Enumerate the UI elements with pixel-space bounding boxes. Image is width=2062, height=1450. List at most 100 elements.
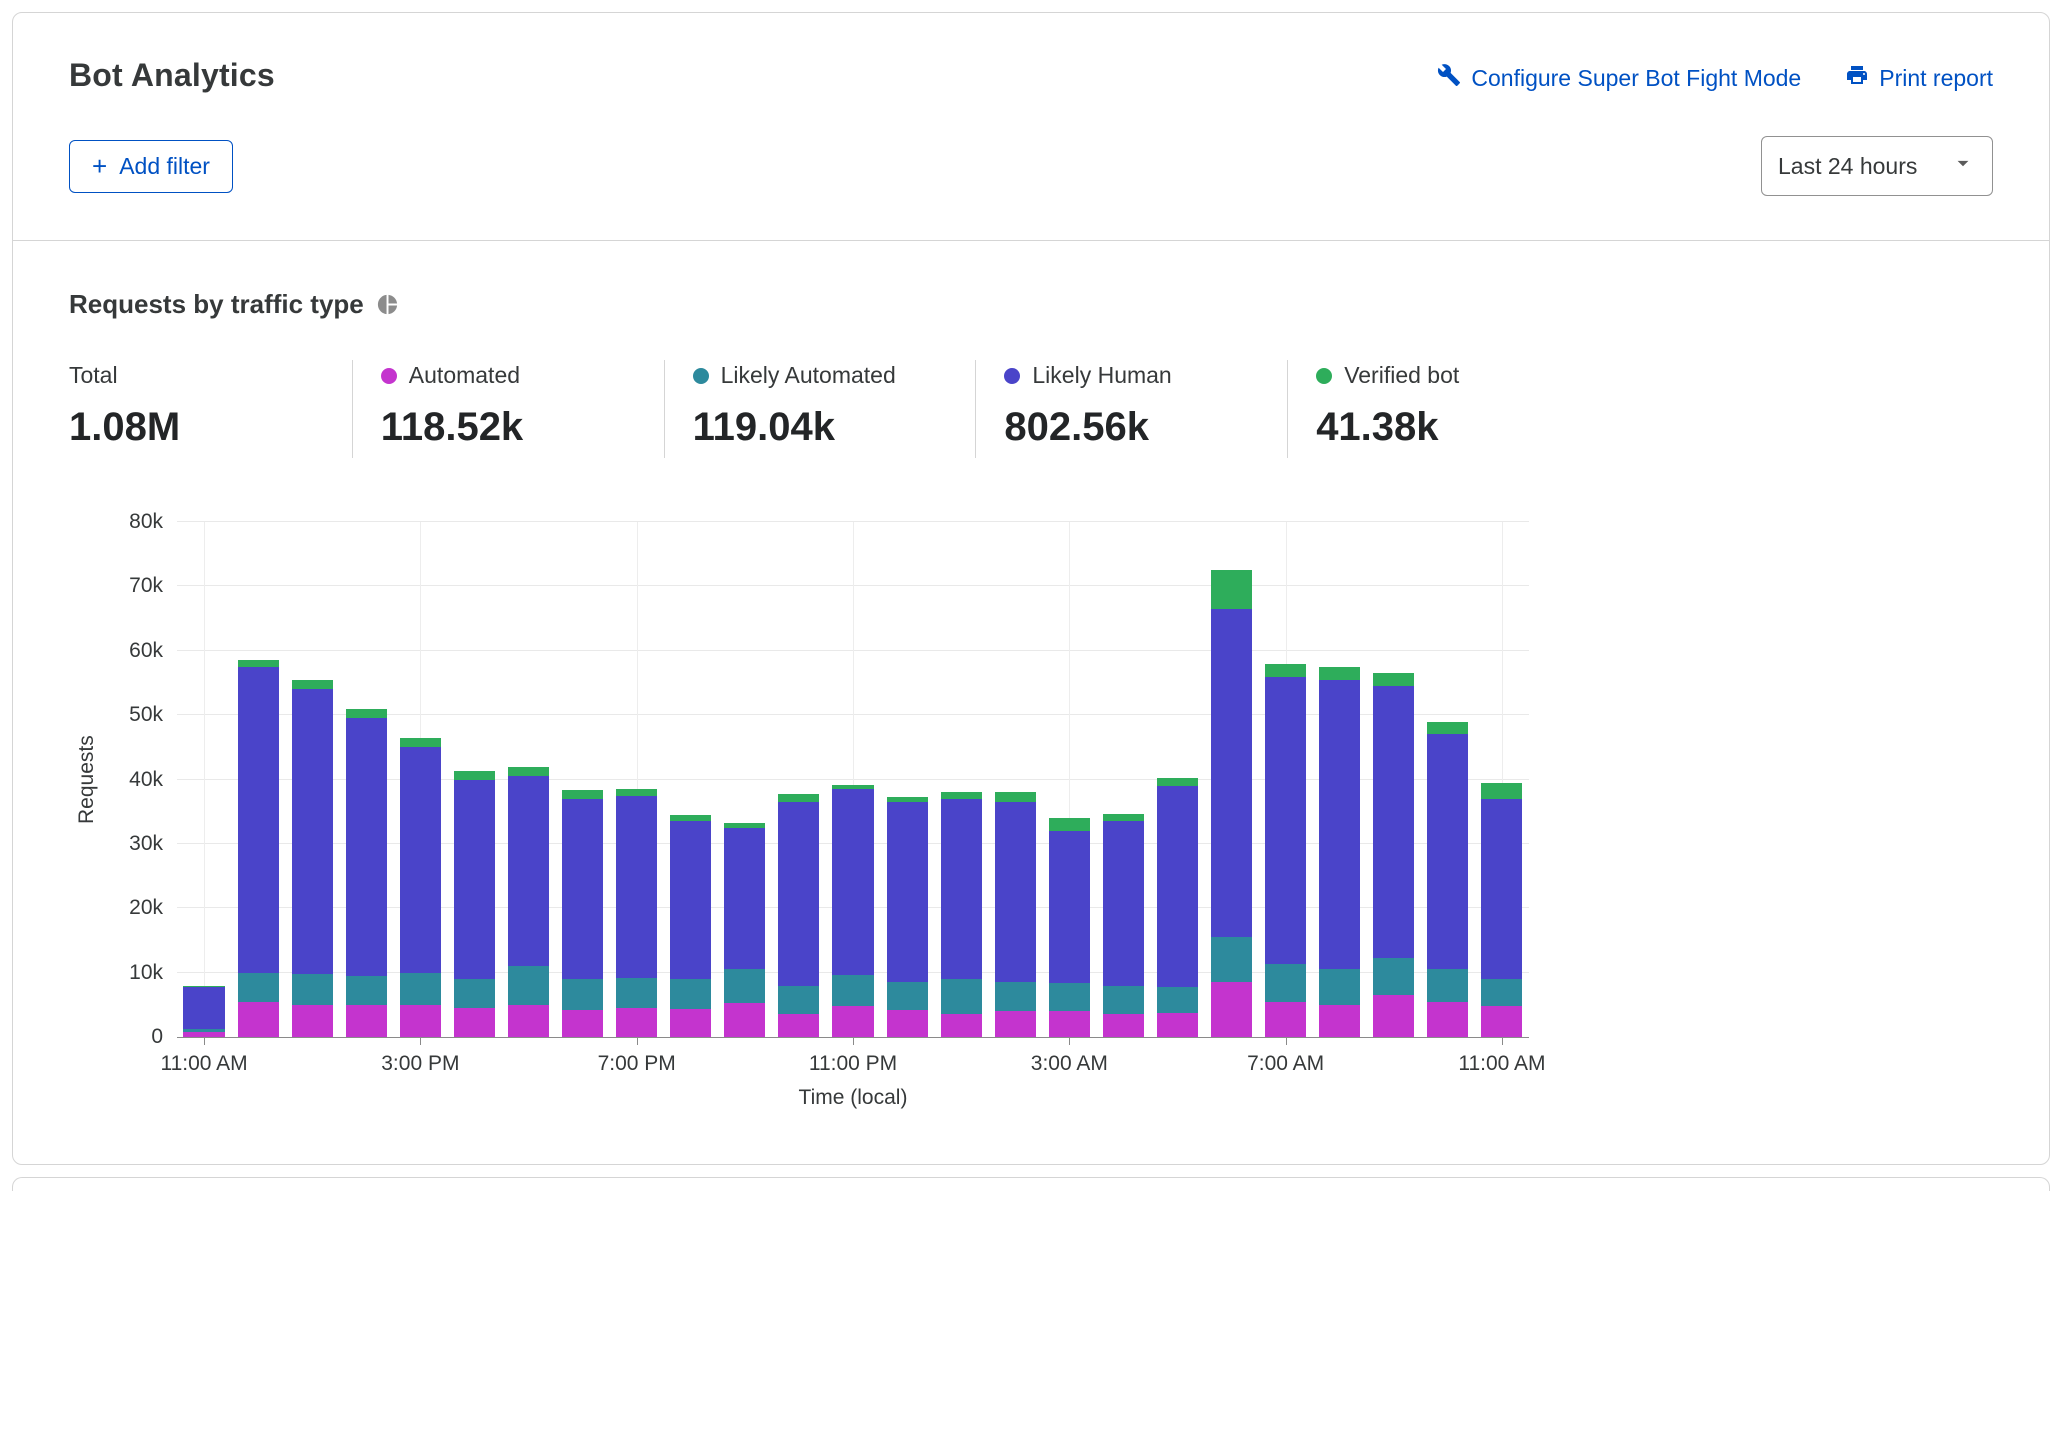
bar-segment-likely-human	[832, 789, 873, 976]
bar-segment-likely-automated	[832, 975, 873, 1006]
page-title: Bot Analytics	[69, 57, 275, 94]
bar-segment-likely-automated	[1427, 969, 1468, 1001]
bar-segment-verified-bot	[995, 792, 1036, 802]
bar-segment-automated	[400, 1005, 441, 1037]
stat-value: 118.52k	[381, 405, 664, 450]
bar-segment-likely-human	[941, 799, 982, 979]
bar-segment-verified-bot	[1157, 778, 1198, 786]
stacked-bar[interactable]	[670, 522, 711, 1037]
bar-slot	[664, 522, 718, 1037]
stacked-bar[interactable]	[508, 522, 549, 1037]
bar-segment-automated	[238, 1002, 279, 1037]
configure-link-label: Configure Super Bot Fight Mode	[1471, 65, 1801, 92]
bar-segment-verified-bot	[562, 790, 603, 798]
bar-segment-verified-bot	[1481, 783, 1522, 799]
bar-slot	[610, 522, 664, 1037]
stacked-bar[interactable]	[183, 522, 224, 1037]
x-tick-mark	[420, 1038, 421, 1045]
stacked-bar[interactable]	[616, 522, 657, 1037]
bar-segment-likely-automated	[1157, 987, 1198, 1013]
chevron-down-icon	[1950, 150, 1976, 182]
stacked-bar[interactable]	[941, 522, 982, 1037]
stacked-bar[interactable]	[778, 522, 819, 1037]
x-tick-mark	[1286, 1038, 1287, 1045]
bar-slot	[988, 522, 1042, 1037]
stat-value: 802.56k	[1004, 405, 1287, 450]
stacked-bar[interactable]	[724, 522, 765, 1037]
bar-segment-automated	[1157, 1013, 1198, 1037]
bar-segment-automated	[1049, 1011, 1090, 1037]
bar-segment-automated	[1265, 1002, 1306, 1037]
stacked-bar[interactable]	[1049, 522, 1090, 1037]
bar-segment-likely-human	[346, 718, 387, 976]
stacked-bar[interactable]	[292, 522, 333, 1037]
bar-segment-verified-bot	[1427, 722, 1468, 735]
stacked-bar[interactable]	[454, 522, 495, 1037]
bar-segment-likely-human	[1481, 799, 1522, 979]
print-report-link[interactable]: Print report	[1845, 63, 1993, 93]
bar-segment-verified-bot	[400, 738, 441, 748]
y-tick-label: 0	[151, 1025, 163, 1049]
bar-segment-verified-bot	[1265, 664, 1306, 677]
bar-segment-automated	[454, 1008, 495, 1037]
bar-segment-automated	[1427, 1002, 1468, 1037]
bar-slot	[934, 522, 988, 1037]
plot-area: 010k20k30k40k50k60k70k80k	[177, 522, 1529, 1038]
bar-segment-verified-bot	[346, 709, 387, 719]
stacked-bar[interactable]	[832, 522, 873, 1037]
stat-likely-human: Likely Human802.56k	[975, 360, 1287, 458]
stacked-bar[interactable]	[400, 522, 441, 1037]
bar-segment-likely-automated	[1049, 983, 1090, 1011]
stacked-bar[interactable]	[887, 522, 928, 1037]
bar-slot	[339, 522, 393, 1037]
bar-segment-likely-automated	[1265, 964, 1306, 1001]
stacked-bar[interactable]	[1103, 522, 1144, 1037]
stacked-bar[interactable]	[1319, 522, 1360, 1037]
print-link-label: Print report	[1879, 65, 1993, 92]
x-axis-labels: 11:00 AM3:00 PM7:00 PM11:00 PM3:00 AM7:0…	[177, 1038, 1529, 1080]
configure-super-bot-fight-mode-link[interactable]: Configure Super Bot Fight Mode	[1437, 63, 1801, 93]
stacked-bar[interactable]	[1265, 522, 1306, 1037]
card-body: Requests by traffic type Total1.08MAutom…	[13, 241, 2049, 1164]
stat-likely-automated: Likely Automated119.04k	[664, 360, 976, 458]
stacked-bar[interactable]	[346, 522, 387, 1037]
requests-chart: Requests 010k20k30k40k50k60k70k80k 11:00…	[69, 522, 1529, 1110]
time-range-select[interactable]: Last 24 hours	[1761, 136, 1993, 196]
bar-segment-likely-automated	[724, 969, 765, 1002]
plus-icon: +	[92, 156, 107, 176]
bar-segment-likely-human	[508, 776, 549, 966]
stacked-bar[interactable]	[1427, 522, 1468, 1037]
bar-segment-likely-automated	[454, 979, 495, 1008]
bar-segment-likely-automated	[887, 982, 928, 1010]
x-axis-title: Time (local)	[177, 1086, 1529, 1110]
stacked-bar[interactable]	[238, 522, 279, 1037]
bar-segment-likely-human	[995, 802, 1036, 982]
bar-slot	[231, 522, 285, 1037]
bar-segment-automated	[1481, 1006, 1522, 1037]
x-tick-label: 11:00 AM	[1458, 1052, 1545, 1076]
stacked-bar[interactable]	[995, 522, 1036, 1037]
next-card-stub	[12, 1177, 2050, 1191]
bar-slot	[1475, 522, 1529, 1037]
bar-segment-likely-human	[1049, 831, 1090, 983]
stat-value: 41.38k	[1316, 405, 1599, 450]
bar-segment-likely-human	[616, 796, 657, 979]
stacked-bar[interactable]	[1157, 522, 1198, 1037]
stacked-bar[interactable]	[1373, 522, 1414, 1037]
stacked-bar[interactable]	[562, 522, 603, 1037]
stacked-bar[interactable]	[1211, 522, 1252, 1037]
bar-segment-automated	[292, 1005, 333, 1037]
bar-segment-likely-human	[562, 799, 603, 979]
bar-segment-likely-human	[1427, 734, 1468, 969]
x-tick-mark	[637, 1038, 638, 1045]
x-tick-label: 3:00 PM	[381, 1052, 459, 1076]
x-tick-label: 11:00 AM	[160, 1052, 247, 1076]
bar-segment-likely-automated	[346, 976, 387, 1005]
stacked-bar[interactable]	[1481, 522, 1522, 1037]
bar-segment-likely-automated	[778, 986, 819, 1014]
bar-segment-likely-human	[400, 747, 441, 972]
add-filter-button[interactable]: + Add filter	[69, 140, 233, 193]
bar-segment-likely-automated	[1319, 969, 1360, 1004]
legend-dot	[1316, 368, 1332, 384]
bar-segment-likely-automated	[508, 966, 549, 1005]
